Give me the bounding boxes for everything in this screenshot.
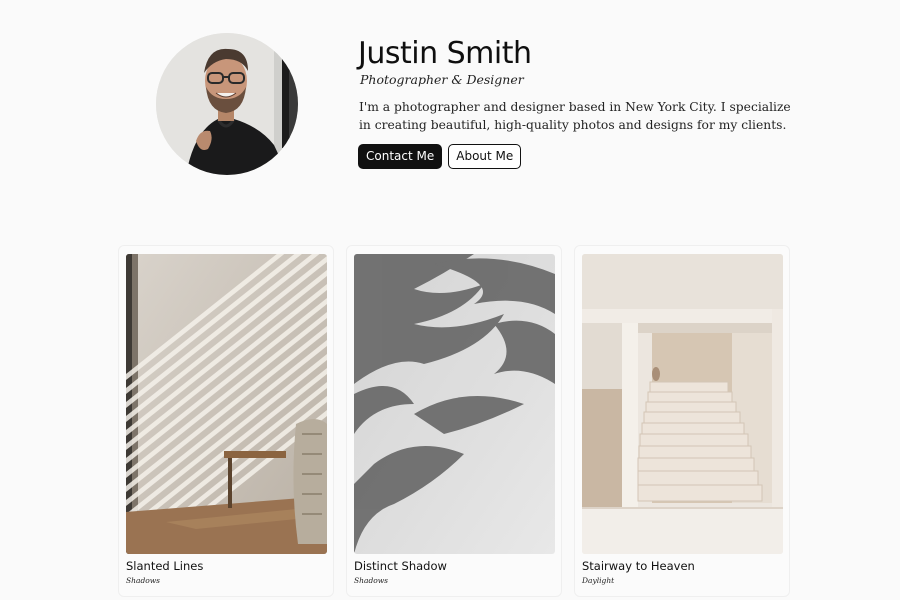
profile-actions: Contact Me About Me [358,144,828,169]
gallery-card-stairway-to-heaven[interactable]: Stairway to Heaven Daylight [574,245,790,597]
gallery-card-tag: Shadows [126,576,161,585]
photo-stairway-to-heaven [582,254,783,554]
profile-intro: Justin Smith Photographer & Designer I'm… [358,36,828,169]
profile-role: Photographer & Designer [360,72,524,87]
portfolio-page: Justin Smith Photographer & Designer I'm… [0,0,900,600]
gallery-card-title: Stairway to Heaven [582,559,695,573]
gallery-card-tag: Shadows [354,576,389,585]
profile-bio: I'm a photographer and designer based in… [359,100,791,132]
gallery-card-distinct-shadow[interactable]: Distinct Shadow Shadows [346,245,562,597]
photo-slanted-lines [126,254,327,554]
profile-name: Justin Smith [358,36,532,71]
gallery-card-title: Distinct Shadow [354,559,447,573]
profile-avatar [156,33,298,175]
contact-me-button[interactable]: Contact Me [358,144,443,169]
gallery-card-slanted-lines[interactable]: Slanted Lines Shadows [118,245,334,597]
photo-gallery: Slanted Lines Shadows Distinct Shadow Sh… [118,245,790,597]
gallery-card-tag: Daylight [582,576,615,585]
photo-distinct-shadow [354,254,555,554]
about-me-button[interactable]: About Me [448,144,522,169]
gallery-card-title: Slanted Lines [126,559,204,573]
